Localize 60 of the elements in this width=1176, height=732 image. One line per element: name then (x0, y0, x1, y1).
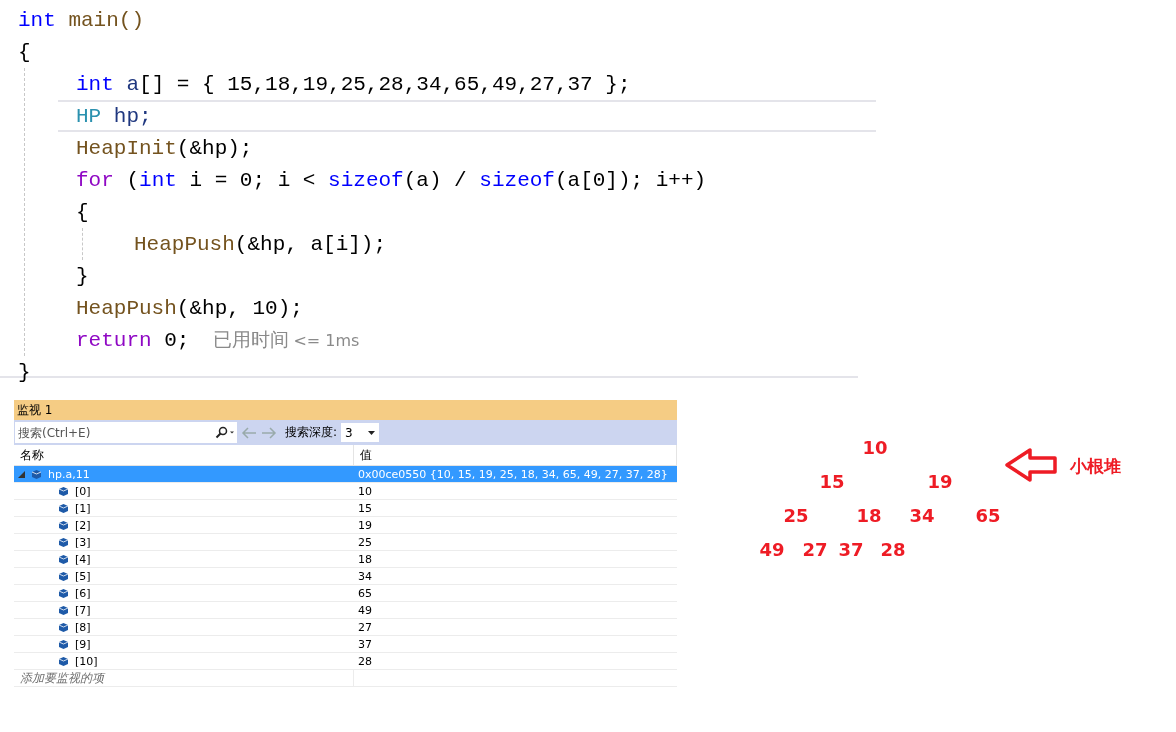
min-heap-label: 小根堆 (1070, 455, 1121, 478)
watch-name: [1] (75, 501, 91, 515)
watch-name: [2] (75, 518, 91, 532)
watch-name: hp.a,11 (48, 467, 90, 481)
heap-node-value: 28 (880, 539, 906, 560)
cube-icon (58, 587, 69, 599)
watch-name: [10] (75, 654, 98, 668)
code-line: } (76, 263, 90, 290)
code-line: } (18, 359, 32, 386)
code-line: HeapPush(&hp, 10); (76, 295, 304, 322)
watch-name: [8] (75, 620, 91, 634)
cube-icon (58, 485, 69, 497)
watch-name: [9] (75, 637, 91, 651)
code-line: int a[] = { 15,18,19,25,28,34,65,49,27,37 }; (76, 71, 632, 98)
heap-node-value: 19 (927, 471, 953, 492)
heap-node-value: 15 (819, 471, 845, 492)
watch-name: [0] (75, 484, 91, 498)
watch-value-cell: 0x00ce0550 {10, 15, 19, 25, 18, 34, 65, 49, 27, 37, 28} (354, 466, 677, 483)
code-line: for (int i = 0; i < sizeof(a) / sizeof(a[0]); i++) (76, 167, 708, 194)
watch-name: [6] (75, 586, 91, 600)
cube-icon (31, 468, 42, 480)
search-field[interactable]: 搜索(Ctrl+E) (15, 422, 213, 443)
code-line: HeapInit(&hp); (76, 135, 254, 162)
add-watch-item[interactable]: 添加要监视的项 (14, 670, 354, 687)
elapsed-time-value: <= 1ms (293, 330, 360, 350)
cube-icon (58, 621, 69, 633)
current-code-line: HP hp; (58, 100, 876, 132)
cube-icon (58, 519, 69, 531)
cube-icon (58, 638, 69, 650)
code-line: { (18, 39, 32, 66)
cube-icon (58, 655, 69, 667)
cube-icon (58, 604, 69, 616)
search-icon[interactable] (213, 422, 237, 443)
cube-icon (58, 502, 69, 514)
elapsed-time-hint: 已用时间 (213, 327, 290, 352)
watch-window-title: 监视 1 (14, 400, 677, 420)
heap-node-value: 65 (975, 505, 1001, 526)
watch-name: [3] (75, 535, 91, 549)
heap-node-value: 25 (783, 505, 809, 526)
heap-node-value: 49 (759, 539, 785, 560)
code-line: HeapPush(&hp, a[i]); (134, 231, 388, 258)
expanded-triangle-icon[interactable] (18, 470, 25, 478)
watch-name: [4] (75, 552, 91, 566)
code-line: return 0; 已用时间 <= 1ms (76, 326, 361, 355)
code-line: int main() (18, 7, 146, 34)
left-arrow-icon (1005, 447, 1057, 483)
cube-icon (58, 536, 69, 548)
watch-name: [7] (75, 603, 91, 617)
heap-node-value: 27 (802, 539, 828, 560)
cube-icon (58, 570, 69, 582)
code-line: { (76, 199, 90, 226)
search-depth-label: 搜索深度: (285, 424, 338, 441)
search-depth-dropdown[interactable]: 3 (341, 423, 380, 442)
watch-name: [5] (75, 569, 91, 583)
heap-node-value: 18 (856, 505, 882, 526)
heap-node-value: 37 (838, 539, 864, 560)
heap-node-value: 34 (909, 505, 935, 526)
cube-icon (58, 553, 69, 565)
heap-node-value: 10 (862, 437, 888, 458)
caret-icon (368, 430, 376, 435)
